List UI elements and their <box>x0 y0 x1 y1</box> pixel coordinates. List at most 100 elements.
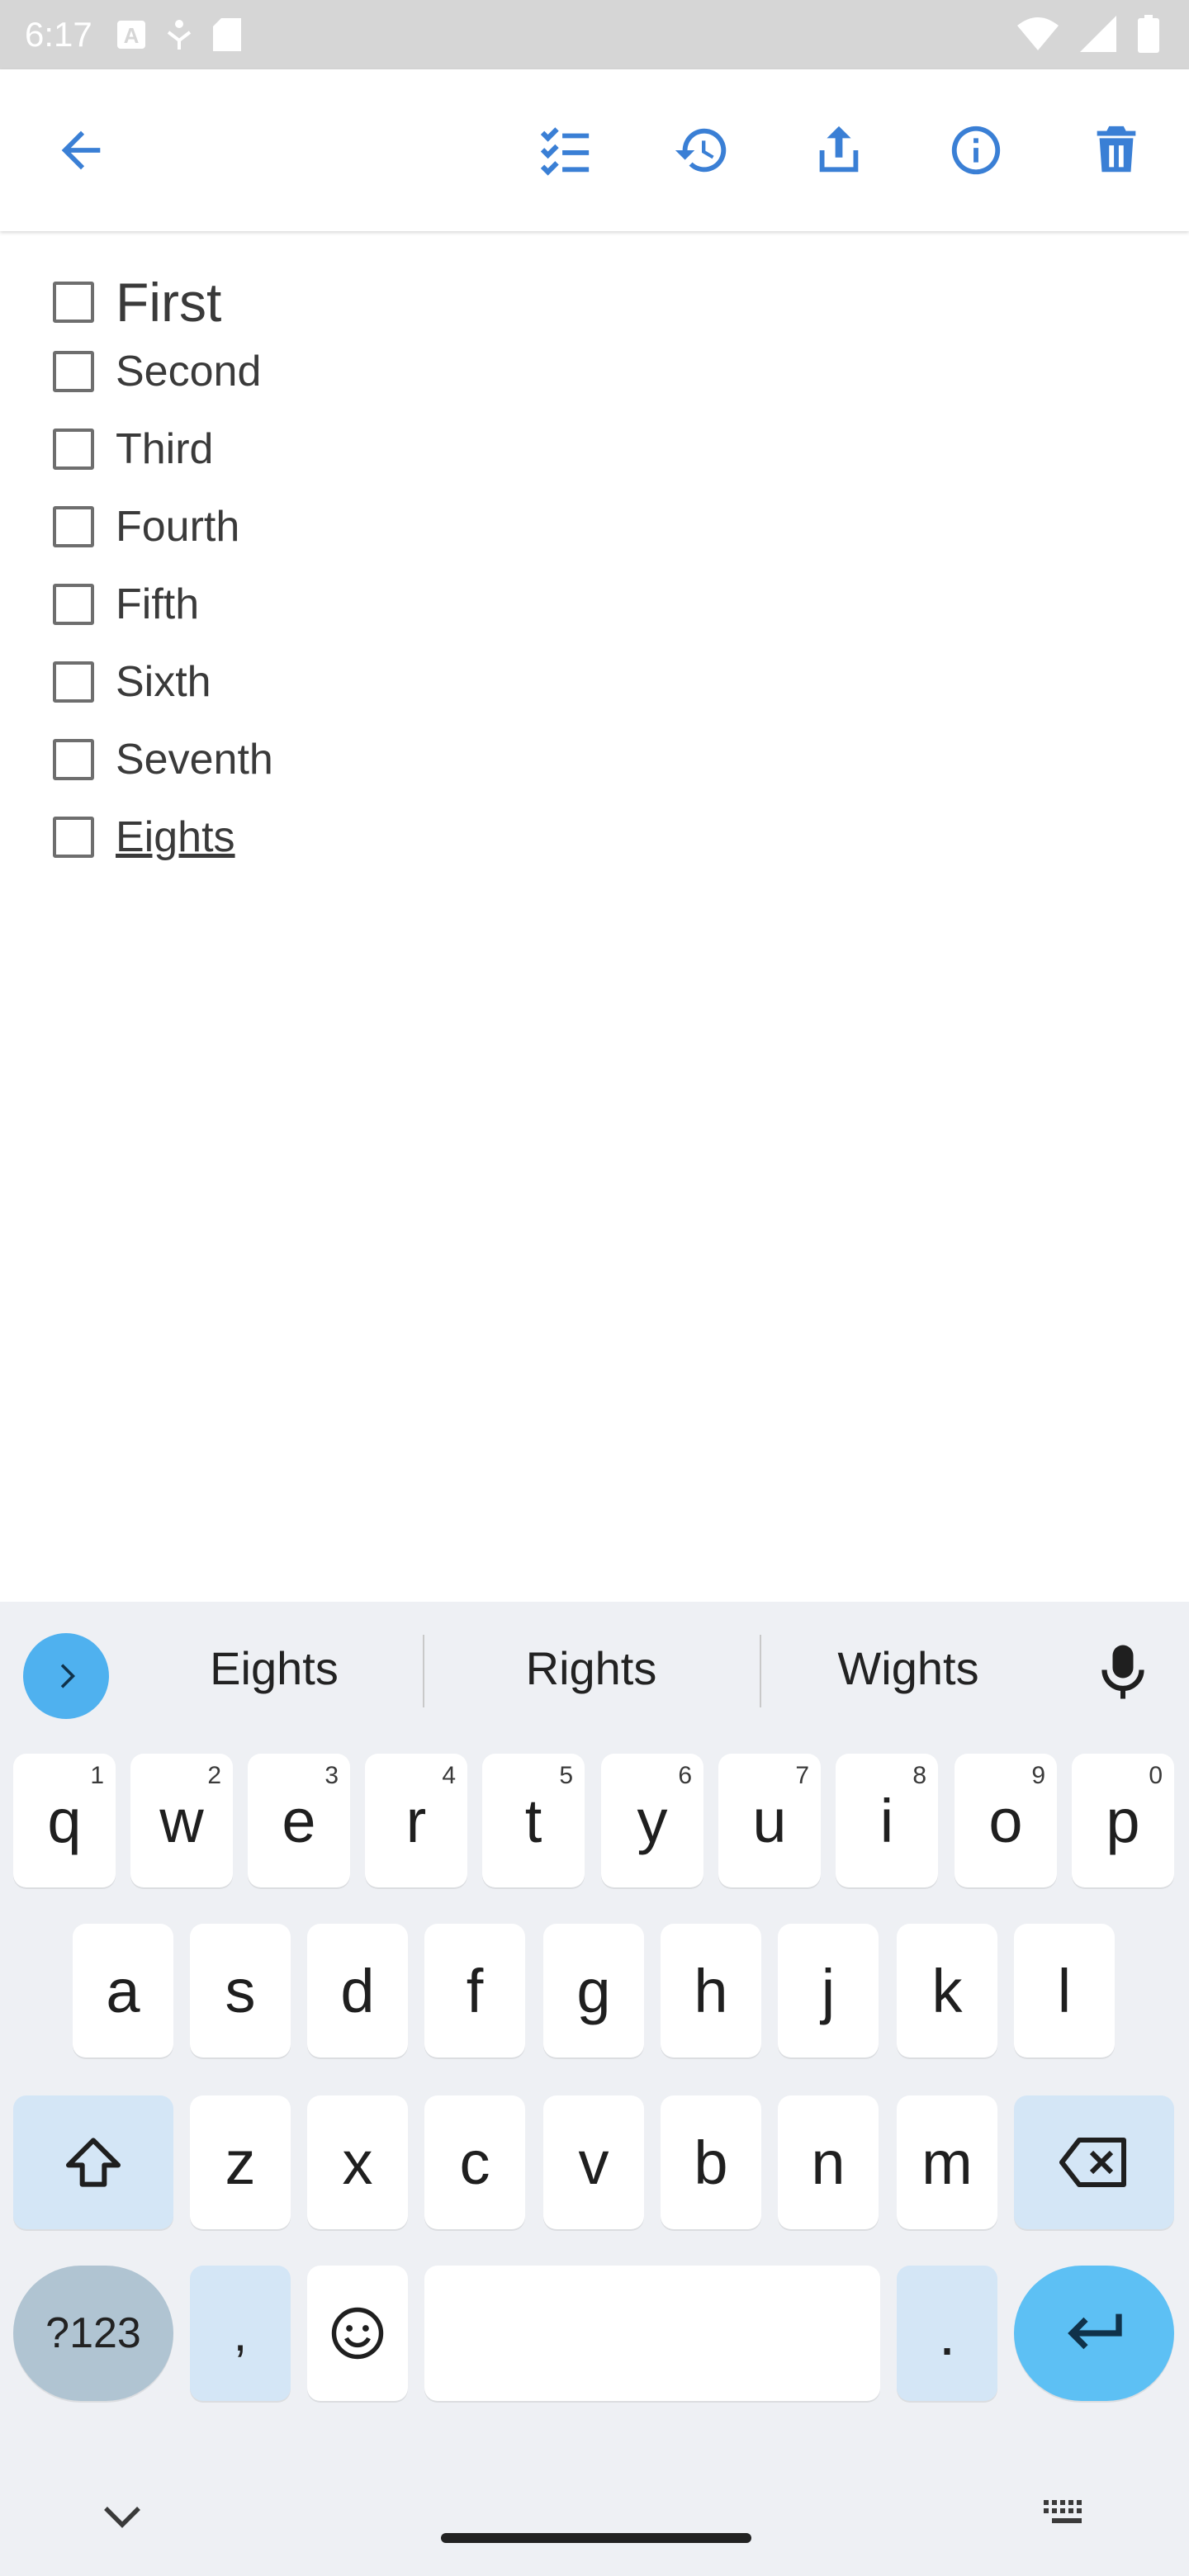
key-s[interactable]: s <box>190 1924 291 2057</box>
key-h[interactable]: h <box>661 1924 761 2057</box>
checkbox[interactable] <box>53 351 94 392</box>
key-i[interactable]: i8 <box>836 1754 938 1887</box>
backspace-key[interactable] <box>1014 2095 1174 2229</box>
info-icon <box>951 125 1001 175</box>
key-f[interactable]: f <box>424 1924 525 2057</box>
comma-key[interactable]: , <box>190 2266 291 2401</box>
svg-text:A: A <box>123 23 139 48</box>
key-t[interactable]: t5 <box>482 1754 585 1887</box>
checklist-item-label[interactable]: Seventh <box>116 735 273 784</box>
key-o[interactable]: o9 <box>955 1754 1057 1887</box>
checklist-item-label[interactable]: Eights <box>116 812 235 862</box>
toolbar <box>0 69 1189 231</box>
enter-key[interactable] <box>1014 2266 1174 2401</box>
wifi-icon <box>1017 17 1059 50</box>
key-u[interactable]: u7 <box>718 1754 821 1887</box>
checklist-item[interactable]: First <box>53 271 221 334</box>
chevron-down-icon <box>104 2507 140 2528</box>
emoji-icon <box>331 2307 384 2360</box>
share-icon <box>819 125 859 173</box>
key-k[interactable]: k <box>897 1924 997 2057</box>
key-n[interactable]: n <box>778 2095 879 2229</box>
expand-toolbar-button[interactable] <box>23 1633 109 1719</box>
key-y[interactable]: y6 <box>601 1754 703 1887</box>
cellular-icon <box>1080 16 1116 52</box>
key-p[interactable]: p0 <box>1072 1754 1174 1887</box>
back-arrow-icon <box>61 130 101 170</box>
checklist-item-label[interactable]: First <box>116 271 221 334</box>
checklist-item-label[interactable]: Sixth <box>116 657 211 707</box>
key-a[interactable]: a <box>73 1924 173 2057</box>
key-z[interactable]: z <box>190 2095 291 2229</box>
shift-key[interactable] <box>13 2095 173 2229</box>
checklist-item[interactable]: Third <box>53 424 213 474</box>
battery-icon <box>1138 15 1159 53</box>
checklist-item-label[interactable]: Fifth <box>116 580 199 629</box>
microphone-icon <box>1101 1645 1144 1699</box>
checkbox[interactable] <box>53 506 94 547</box>
key-g[interactable]: g <box>543 1924 644 2057</box>
checklist-item[interactable]: Sixth <box>53 657 211 707</box>
symbols-key[interactable]: ?123 <box>13 2266 173 2401</box>
checklist-item-label[interactable]: Second <box>116 347 261 396</box>
checkbox[interactable] <box>53 739 94 780</box>
voice-input-button[interactable] <box>1090 1635 1156 1709</box>
accessibility-icon <box>167 20 191 50</box>
key-x[interactable]: x <box>307 2095 408 2229</box>
key-r[interactable]: r4 <box>365 1754 467 1887</box>
chevron-right-icon <box>60 1664 75 1688</box>
checklist-item[interactable]: Fifth <box>53 580 199 629</box>
status-time: 6:17 <box>25 15 92 54</box>
suggestion-divider <box>423 1635 424 1707</box>
checkbox[interactable] <box>53 817 94 858</box>
home-indicator[interactable] <box>441 2533 751 2543</box>
key-c[interactable]: c <box>424 2095 525 2229</box>
checkbox[interactable] <box>53 282 94 323</box>
keyboard-switch-button[interactable] <box>1042 2498 1090 2531</box>
backspace-icon <box>1059 2138 1126 2187</box>
key-q[interactable]: q1 <box>13 1754 116 1887</box>
key-d[interactable]: d <box>307 1924 408 2057</box>
history-icon <box>675 128 727 173</box>
share-button[interactable] <box>799 111 879 190</box>
text-icon: A <box>116 21 145 49</box>
key-e[interactable]: e3 <box>248 1754 350 1887</box>
keyboard: Eights Rights Wights q1 w2 e3 r4 t5 y6 u… <box>0 1602 1189 2576</box>
checklist-item-label[interactable]: Third <box>116 424 213 474</box>
key-j[interactable]: j <box>778 1924 879 2057</box>
suggestion-item[interactable]: Eights <box>142 1641 406 1695</box>
checklist-item[interactable]: Fourth <box>53 502 239 552</box>
suggestion-bar: Eights Rights Wights <box>0 1602 1189 1734</box>
emoji-key[interactable] <box>307 2266 408 2401</box>
key-v[interactable]: v <box>543 2095 644 2229</box>
info-button[interactable] <box>936 111 1016 190</box>
key-l[interactable]: l <box>1014 1924 1115 2057</box>
checklist-item[interactable]: Seventh <box>53 735 273 784</box>
checkbox[interactable] <box>53 429 94 470</box>
history-button[interactable] <box>662 111 741 190</box>
suggestion-item[interactable]: Wights <box>776 1641 1040 1695</box>
suggestion-item[interactable]: Rights <box>459 1641 723 1695</box>
checklist-item-label[interactable]: Fourth <box>116 502 239 552</box>
checklist-button[interactable] <box>525 111 604 190</box>
checkbox[interactable] <box>53 661 94 703</box>
delete-icon <box>1097 125 1136 173</box>
checklist-item[interactable]: Eights <box>53 812 235 862</box>
sd-card-icon <box>212 18 241 51</box>
key-b[interactable]: b <box>661 2095 761 2229</box>
checkbox[interactable] <box>53 584 94 625</box>
key-w[interactable]: w2 <box>130 1754 233 1887</box>
shift-icon <box>66 2138 121 2187</box>
checklist-item[interactable]: Second <box>53 347 261 396</box>
enter-icon <box>1068 2313 1122 2350</box>
navigation-bar <box>0 2436 1189 2576</box>
back-button[interactable] <box>41 111 121 190</box>
spacebar-key[interactable] <box>424 2266 880 2401</box>
checklist-icon <box>540 127 590 176</box>
status-bar: 6:17 A <box>0 0 1189 69</box>
suggestion-divider <box>760 1635 761 1707</box>
hide-keyboard-button[interactable] <box>97 2500 147 2537</box>
period-key[interactable]: . <box>897 2266 997 2401</box>
key-m[interactable]: m <box>897 2095 997 2229</box>
delete-button[interactable] <box>1077 111 1156 190</box>
